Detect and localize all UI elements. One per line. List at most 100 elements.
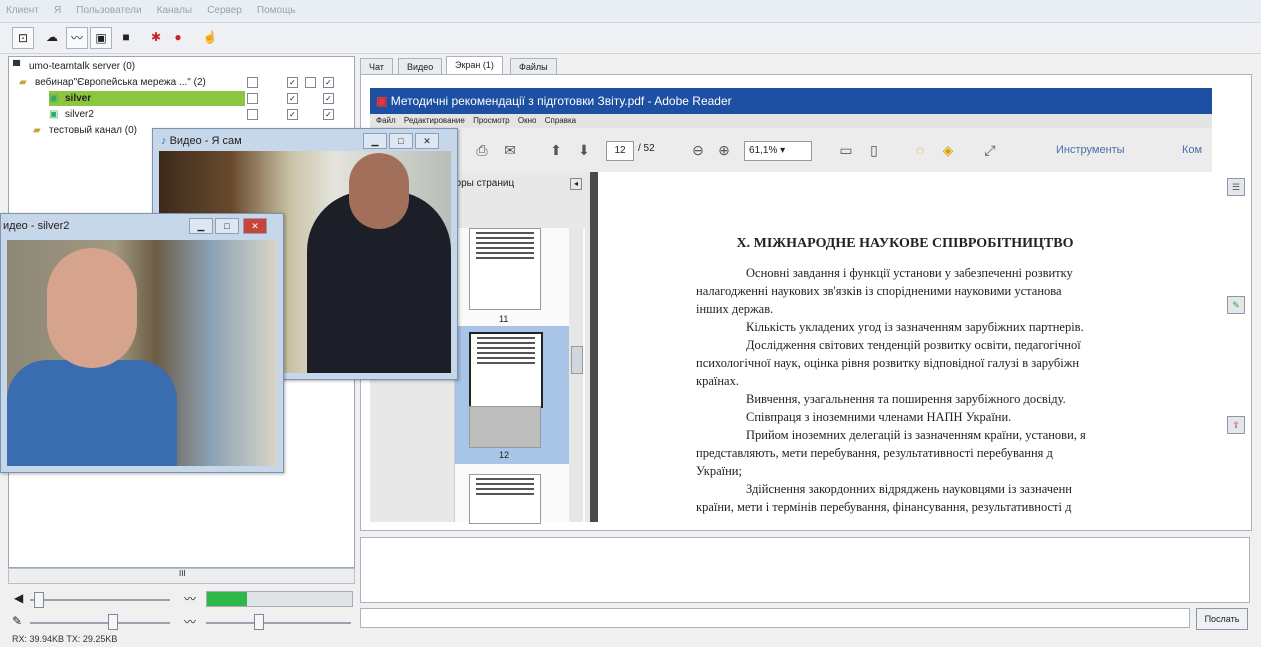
zoom-value: 61,1% bbox=[749, 145, 778, 156]
zoom-select[interactable]: 61,1% ▾ bbox=[744, 141, 812, 161]
tree-horizontal-scrollbar[interactable]: III bbox=[8, 568, 355, 584]
folder-icon: ▰ bbox=[33, 125, 41, 136]
minimize-icon[interactable]: ▁ bbox=[189, 218, 213, 234]
adobe-menu-help[interactable]: Справка bbox=[545, 116, 576, 125]
menu-users[interactable]: Пользователи bbox=[76, 5, 141, 16]
thumbnail-list[interactable]: 11 12 bbox=[454, 228, 585, 524]
doc-line: Кількість укладених угод із зазначенням … bbox=[746, 320, 1084, 334]
chat-history[interactable] bbox=[360, 537, 1250, 603]
adobe-menu-bar: Файл Редактирование Просмотр Окно Справк… bbox=[370, 114, 1212, 128]
user-checkbox[interactable]: ✓ bbox=[287, 93, 298, 104]
video-window-silver2[interactable]: идео - silver2 ▁ □ ✕ bbox=[0, 213, 284, 473]
minimize-icon[interactable]: ▁ bbox=[363, 133, 387, 149]
maximize-icon[interactable]: □ bbox=[215, 218, 239, 234]
menu-bar: Клиент Я Пользователи Каналы Сервер Помо… bbox=[0, 0, 1261, 23]
server-label: umo-teamtalk server (0) bbox=[29, 61, 136, 72]
user-checkbox[interactable] bbox=[247, 93, 258, 104]
cloud-icon[interactable]: ☁ bbox=[42, 27, 62, 47]
doc-line: Прийом іноземних делегацій із зазначення… bbox=[746, 428, 1086, 442]
fullscreen-icon[interactable]: ⤢ bbox=[980, 140, 1000, 160]
tab-screen[interactable]: Экран (1) bbox=[446, 56, 503, 76]
voice-activation-slider-knob[interactable] bbox=[254, 614, 264, 630]
prev-page-icon[interactable]: ⬆ bbox=[546, 140, 566, 160]
thumbnail-scrollbar[interactable] bbox=[569, 228, 583, 522]
menu-me[interactable]: Я bbox=[54, 5, 61, 16]
record-icon[interactable]: ● bbox=[168, 27, 188, 47]
send-button[interactable]: Послать bbox=[1196, 608, 1248, 630]
adobe-menu-edit[interactable]: Редактирование bbox=[404, 116, 465, 125]
adobe-menu-file[interactable]: Файл bbox=[376, 116, 396, 125]
page-thumbnail[interactable] bbox=[469, 474, 541, 524]
user-label: silver bbox=[65, 93, 92, 104]
page-thumbnail[interactable] bbox=[469, 406, 541, 448]
voice-activation-icon[interactable]: 〰 bbox=[66, 27, 88, 49]
menu-client[interactable]: Клиент bbox=[6, 5, 39, 16]
adobe-title: Методичні рекомендації з підготовки Звіт… bbox=[390, 94, 732, 108]
page-thumbnail-current[interactable] bbox=[469, 332, 543, 408]
side-panel-icon[interactable]: ☰ bbox=[1227, 178, 1245, 196]
desktop-share-icon[interactable]: ■ bbox=[116, 27, 136, 47]
print-icon[interactable]: ⎙ bbox=[472, 140, 492, 160]
comment-icon[interactable]: ◌ bbox=[910, 140, 930, 160]
voice-activation-level-icon: 〰 bbox=[184, 615, 197, 629]
maximize-icon[interactable]: □ bbox=[389, 133, 413, 149]
close-icon[interactable]: ✕ bbox=[243, 218, 267, 234]
tree-user-silver2[interactable]: ▣ silver2 bbox=[49, 107, 94, 123]
collapse-panel-icon[interactable]: ◂ bbox=[570, 178, 582, 190]
sign-icon[interactable]: ◈ bbox=[938, 140, 958, 160]
voice-activation-slider[interactable] bbox=[206, 622, 351, 624]
email-icon[interactable]: ✉ bbox=[500, 140, 520, 160]
channel-checkbox[interactable] bbox=[247, 77, 258, 88]
side-comment-icon[interactable]: ✎ bbox=[1227, 296, 1245, 314]
comment-button[interactable]: Ком bbox=[1182, 144, 1202, 156]
menu-server[interactable]: Сервер bbox=[207, 5, 242, 16]
connect-icon[interactable]: ⊡ bbox=[12, 27, 34, 49]
panel-divider bbox=[590, 172, 598, 522]
user-checkbox[interactable]: ✓ bbox=[323, 93, 334, 104]
menu-help[interactable]: Помощь bbox=[257, 5, 296, 16]
tree-user-silver[interactable]: ▣ silver bbox=[49, 91, 91, 107]
doc-line: країнах. bbox=[696, 374, 739, 388]
doc-line: Вивчення, узагальнення та поширення зару… bbox=[746, 392, 1066, 406]
toolbar: ⊡ ☁ 〰 ▣ ■ ✱ ● ☝ bbox=[0, 23, 1261, 54]
tab-bar: Чат Видео Экран (1) Файлы bbox=[360, 56, 1250, 76]
mic-gain-slider[interactable] bbox=[30, 622, 170, 624]
channel-checkbox[interactable]: ✓ bbox=[323, 77, 334, 88]
user-checkbox[interactable]: ✓ bbox=[287, 109, 298, 120]
side-share-icon[interactable]: ⇪ bbox=[1227, 416, 1245, 434]
shared-adobe-window: ▣ Методичні рекомендації з підготовки Зв… bbox=[370, 88, 1212, 524]
mute-icon[interactable]: ✱ bbox=[146, 27, 166, 47]
user-checkbox[interactable]: ✓ bbox=[323, 109, 334, 120]
doc-line: країни, мети і термінів перебування, фін… bbox=[696, 500, 1072, 514]
fit-page-icon[interactable]: ▭ bbox=[836, 140, 856, 160]
microphone-icon: ✎ bbox=[12, 614, 23, 628]
zoom-out-icon[interactable]: ⊖ bbox=[688, 140, 708, 160]
hand-icon[interactable]: ☝ bbox=[200, 27, 220, 47]
tools-button[interactable]: Инструменты bbox=[1056, 144, 1125, 156]
menu-channels[interactable]: Каналы bbox=[157, 5, 193, 16]
doc-line: інших держав. bbox=[696, 302, 774, 316]
zoom-in-icon[interactable]: ⊕ bbox=[714, 140, 734, 160]
user-checkbox[interactable] bbox=[247, 109, 258, 120]
close-icon[interactable]: ✕ bbox=[415, 133, 439, 149]
video-window-title: идео - silver2 bbox=[3, 220, 70, 232]
message-input[interactable] bbox=[360, 608, 1190, 628]
tree-channel-webinar[interactable]: ▰ вебинар"Європейська мережа ..." (2) bbox=[19, 75, 206, 91]
adobe-menu-view[interactable]: Просмотр bbox=[473, 116, 510, 125]
mic-gain-slider-knob[interactable] bbox=[108, 614, 118, 630]
tree-server[interactable]: ▀ umo-teamtalk server (0) bbox=[13, 59, 135, 75]
page-thumbnail[interactable] bbox=[469, 228, 541, 310]
volume-slider-knob[interactable] bbox=[34, 592, 44, 608]
channel-checkbox[interactable]: ✓ bbox=[287, 77, 298, 88]
folder-icon: ▰ bbox=[19, 77, 27, 88]
adobe-title-bar: ▣ Методичні рекомендації з підготовки Зв… bbox=[370, 88, 1212, 114]
volume-slider[interactable] bbox=[30, 599, 170, 601]
next-page-icon[interactable]: ⬇ bbox=[574, 140, 594, 160]
channel-checkbox[interactable] bbox=[305, 77, 316, 88]
page-number-input[interactable]: 12 bbox=[606, 141, 634, 161]
doc-line: України; bbox=[696, 464, 742, 478]
fit-width-icon[interactable]: ▯ bbox=[864, 140, 884, 160]
adobe-menu-window[interactable]: Окно bbox=[518, 116, 537, 125]
video-icon[interactable]: ▣ bbox=[90, 27, 112, 49]
tree-channel-test[interactable]: ▰ тестовый канал (0) bbox=[33, 123, 137, 139]
